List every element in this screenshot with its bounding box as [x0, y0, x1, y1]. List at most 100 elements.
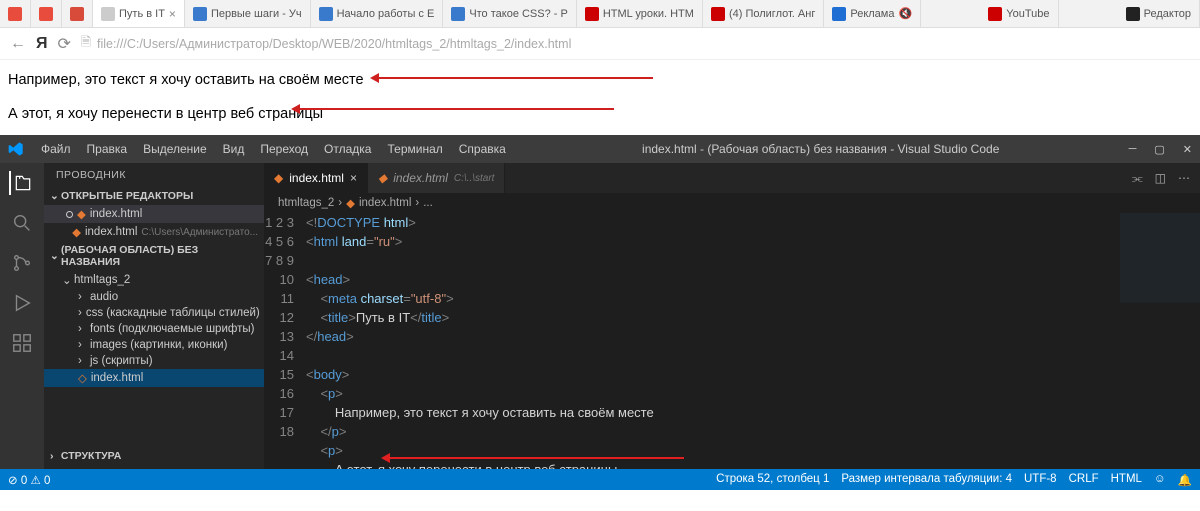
- folder-item[interactable]: › fonts (подключаемые шрифты): [44, 321, 264, 337]
- more-icon[interactable]: ⋯: [1178, 171, 1190, 185]
- tab-label: Реклама: [850, 8, 894, 20]
- browser-toolbar: ← Я ⟳ 🗎 file:///C:/Users/Администратор/D…: [0, 28, 1200, 60]
- file-item[interactable]: ◇ index.html: [44, 369, 264, 387]
- favicon: [70, 7, 84, 21]
- vscode-window-title: index.html - (Рабочая область) без назва…: [513, 142, 1129, 156]
- tab-label: YouTube: [1006, 8, 1049, 20]
- annotation-arrow-2: [294, 108, 614, 110]
- annotation-arrow-3: [384, 457, 684, 459]
- open-editor-item[interactable]: ◆index.html C:\Users\Администрато...: [44, 223, 264, 241]
- status-errors[interactable]: ⊘ 0 ⚠ 0: [8, 473, 50, 487]
- menu-item[interactable]: Выделение: [136, 139, 214, 159]
- folder-item[interactable]: › css (каскадные таблицы стилей): [44, 305, 264, 321]
- editor-tab[interactable]: ◆index.html C:\..\start: [368, 163, 506, 193]
- editor-area: ◆index.html× ◆index.html C:\..\start ⫘ ◫…: [264, 163, 1200, 469]
- split-icon[interactable]: ◫: [1155, 171, 1166, 185]
- browser-tab[interactable]: Путь в IT ×: [93, 0, 185, 27]
- open-editor-item[interactable]: ◆index.html: [44, 205, 264, 223]
- maximize-button[interactable]: ▢: [1154, 143, 1164, 156]
- outline-section[interactable]: › СТРУКТУРА: [44, 447, 264, 465]
- close-button[interactable]: ✕: [1183, 143, 1192, 156]
- tab-label: HTML уроки. HTM: [603, 8, 694, 20]
- status-eol[interactable]: CRLF: [1069, 473, 1099, 487]
- menu-item[interactable]: Правка: [80, 139, 135, 159]
- notifications-icon[interactable]: 🔔: [1178, 473, 1192, 487]
- file-icon: 🗎: [81, 33, 91, 54]
- browser-tab[interactable]: [62, 0, 93, 27]
- vscode-titlebar: ФайлПравкаВыделениеВидПереходОтладкаТерм…: [0, 135, 1200, 163]
- explorer-icon[interactable]: [9, 171, 33, 195]
- favicon: [832, 7, 846, 21]
- address-bar[interactable]: 🗎 file:///C:/Users/Администратор/Desktop…: [81, 33, 1190, 54]
- tab-label: (4) Полиглот. Анг: [729, 8, 815, 20]
- status-spaces[interactable]: Размер интервала табуляции: 4: [841, 473, 1012, 487]
- open-editors-section[interactable]: ⌄ОТКРЫТЫЕ РЕДАКТОРЫ: [44, 187, 264, 205]
- status-cursor[interactable]: Строка 52, столбец 1: [716, 473, 829, 487]
- browser-tab[interactable]: Реклама 🔇: [824, 0, 921, 27]
- tab-close-icon[interactable]: ×: [350, 171, 357, 185]
- yandex-icon[interactable]: Я: [36, 35, 48, 53]
- favicon: [711, 7, 725, 21]
- tab-close-icon[interactable]: ×: [169, 7, 176, 21]
- favicon: [319, 7, 333, 21]
- browser-tab[interactable]: (4) Полиглот. Анг: [703, 0, 824, 27]
- search-icon[interactable]: [10, 211, 34, 235]
- tab-label: Что такое CSS? - P: [469, 8, 568, 20]
- menu-item[interactable]: Вид: [216, 139, 252, 159]
- mute-icon[interactable]: 🔇: [898, 7, 912, 20]
- code-editor[interactable]: 1 2 3 4 5 6 7 8 9 10 11 12 13 14 15 16 1…: [264, 213, 1200, 469]
- debug-icon[interactable]: [10, 291, 34, 315]
- editor-tab[interactable]: ◆index.html×: [264, 163, 368, 193]
- browser-tab[interactable]: Начало работы с E: [311, 0, 444, 27]
- line-gutter: 1 2 3 4 5 6 7 8 9 10 11 12 13 14 15 16 1…: [264, 213, 306, 469]
- vscode-window: ФайлПравкаВыделениеВидПереходОтладкаТерм…: [0, 135, 1200, 490]
- menu-item[interactable]: Файл: [34, 139, 78, 159]
- browser-tab[interactable]: [0, 0, 31, 27]
- page-paragraph-1: Например, это текст я хочу оставить на с…: [8, 72, 1192, 88]
- browser-tab[interactable]: [31, 0, 62, 27]
- tab-label: Первые шаги - Уч: [211, 8, 302, 20]
- annotation-arrow-1: [373, 77, 653, 79]
- reload-button[interactable]: ⟳: [58, 34, 71, 54]
- vscode-logo-icon: [8, 141, 24, 157]
- editor-tabs: ◆index.html× ◆index.html C:\..\start ⫘ ◫…: [264, 163, 1200, 193]
- folder-item[interactable]: › images (картинки, иконки): [44, 337, 264, 353]
- folder-item[interactable]: › audio: [44, 289, 264, 305]
- browser-tab[interactable]: Что такое CSS? - P: [443, 0, 577, 27]
- tab-label: Начало работы с E: [337, 8, 435, 20]
- tab-label: Редактор: [1144, 8, 1191, 20]
- window-controls: ─ ▢ ✕: [1129, 143, 1192, 156]
- folder-item[interactable]: ⌄htmltags_2: [44, 271, 264, 289]
- url-text: file:///C:/Users/Администратор/Desktop/W…: [97, 37, 571, 51]
- menu-item[interactable]: Отладка: [317, 139, 378, 159]
- favicon: [101, 7, 115, 21]
- folder-item[interactable]: › js (скрипты): [44, 353, 264, 369]
- breadcrumb[interactable]: htmltags_2 › ◆ index.html › ...: [264, 193, 1200, 213]
- browser-tab[interactable]: Первые шаги - Уч: [185, 0, 311, 27]
- status-bar: ⊘ 0 ⚠ 0 Строка 52, столбец 1 Размер инте…: [0, 469, 1200, 490]
- favicon: [193, 7, 207, 21]
- menu-item[interactable]: Справка: [452, 139, 513, 159]
- workspace-section[interactable]: ⌄(РАБОЧАЯ ОБЛАСТЬ) БЕЗ НАЗВАНИЯ: [44, 241, 264, 271]
- source-control-icon[interactable]: [10, 251, 34, 275]
- back-button[interactable]: ←: [10, 35, 26, 53]
- explorer-sidebar: ПРОВОДНИК ⌄ОТКРЫТЫЕ РЕДАКТОРЫ ◆index.htm…: [44, 163, 264, 469]
- minimap[interactable]: [1120, 213, 1200, 469]
- extensions-icon[interactable]: [10, 331, 34, 355]
- feedback-icon[interactable]: ☺: [1154, 473, 1166, 487]
- tab-label: Путь в IT: [119, 8, 165, 20]
- compare-icon[interactable]: ⫘: [1132, 171, 1143, 186]
- favicon: [451, 7, 465, 21]
- browser-tab[interactable]: YouTube: [980, 0, 1058, 27]
- browser-tab[interactable]: Редактор: [1118, 0, 1200, 27]
- status-lang[interactable]: HTML: [1111, 473, 1142, 487]
- favicon: [585, 7, 599, 21]
- favicon: [988, 7, 1002, 21]
- status-encoding[interactable]: UTF-8: [1024, 473, 1057, 487]
- code-lines[interactable]: <!DOCTYPE html> <html land="ru"> <head> …: [306, 213, 1200, 469]
- activity-bar: [0, 163, 44, 469]
- menu-item[interactable]: Терминал: [380, 139, 449, 159]
- menu-item[interactable]: Переход: [253, 139, 315, 159]
- browser-tab[interactable]: HTML уроки. HTM: [577, 0, 703, 27]
- minimize-button[interactable]: ─: [1129, 143, 1137, 156]
